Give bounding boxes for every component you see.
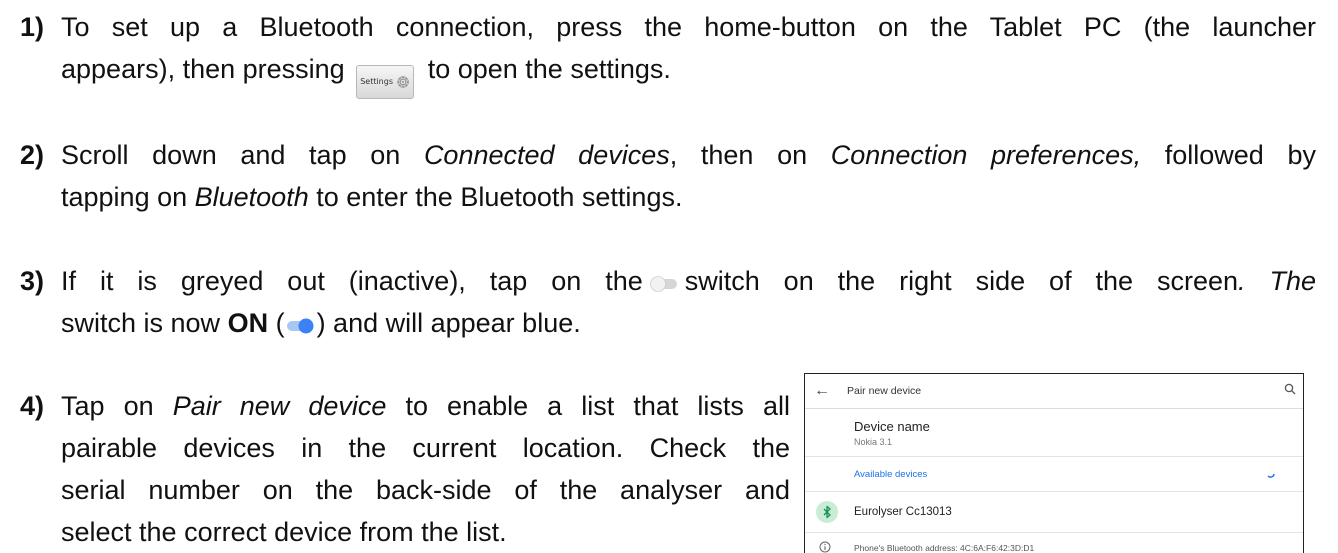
ui-term: Connected devices <box>423 140 670 170</box>
loading-spinner-icon <box>1267 470 1275 480</box>
bluetooth-address-row: Phone's Bluetooth address: 4C:6A:F6:42:3… <box>805 533 1303 553</box>
step-2: 2) Scroll down and tap on Connected devi… <box>20 134 1316 218</box>
bluetooth-icon <box>816 501 838 523</box>
step-text-segment: to open the settings. <box>427 54 671 84</box>
step-text-segment: ( <box>268 308 285 338</box>
step-text-segment: to enter the Bluetooth settings. <box>308 182 683 212</box>
back-arrow-icon[interactable]: ← <box>805 382 839 400</box>
toggle-off-icon <box>649 276 677 292</box>
available-devices-label: Available devices <box>854 468 928 480</box>
ui-term: Bluetooth <box>194 182 309 212</box>
step-number: 1) <box>20 12 45 42</box>
step-line: pairable devices in the current location… <box>61 433 790 463</box>
step-line: appears), then pressing Settings to open… <box>61 48 1316 99</box>
settings-gear-icon <box>397 76 409 88</box>
step-line: serial number on the back-side of the an… <box>61 475 790 505</box>
step-line: Tap on Pair new device to enable a list … <box>61 385 790 427</box>
step-line: To set up a Bluetooth connection, press … <box>61 12 1316 42</box>
step-line: tapping on Bluetooth to enter the Blueto… <box>61 176 1316 218</box>
ui-term: Pair new device <box>172 391 387 421</box>
step-text: If it is greyed out (inactive), tap on t… <box>61 260 1316 344</box>
step-text-segment: to enable a list that lists all <box>386 391 790 421</box>
settings-app-icon: Settings <box>356 65 415 99</box>
pair-new-device-screenshot: ← Pair new device Device name Nokia 3.1 … <box>804 373 1304 553</box>
step-text-segment: Tap on <box>61 391 173 421</box>
step-text: Scroll down and tap on Connected devices… <box>61 134 1316 218</box>
step-line: select the correct device from the list. <box>61 517 507 547</box>
step-text-segment: switch on the right side of the screen <box>684 266 1239 296</box>
toggle-on-icon <box>286 318 314 334</box>
step-number: 4) <box>20 391 45 421</box>
step-line: If it is greyed out (inactive), tap on t… <box>61 260 1316 302</box>
page-title: Pair new device <box>847 385 922 397</box>
search-icon[interactable] <box>1277 382 1303 400</box>
step-1: 1) To set up a Bluetooth connection, pre… <box>20 6 1316 99</box>
step-text-segment: If it is greyed out (inactive), tap on t… <box>61 266 643 296</box>
app-bar: ← Pair new device <box>805 374 1303 409</box>
info-icon <box>819 541 831 553</box>
step-text-segment: Scroll down and tap on <box>61 140 424 170</box>
device-name-row[interactable]: Device name Nokia 3.1 <box>805 409 1303 457</box>
settings-icon-label: Settings <box>360 77 393 86</box>
device-name: Eurolyser Cc13013 <box>854 506 952 518</box>
step-text-segment: appears), then pressing <box>61 54 345 84</box>
step-line: Scroll down and tap on Connected devices… <box>61 134 1316 176</box>
step-text: To set up a Bluetooth connection, press … <box>61 6 1316 99</box>
step-text-segment: , then on <box>669 140 831 170</box>
on-label: ON <box>227 308 269 338</box>
step-3: 3) If it is greyed out (inactive), tap o… <box>20 260 1316 344</box>
available-devices-header: Available devices <box>805 457 1303 492</box>
step-text-segment: tapping on <box>61 182 195 212</box>
step-line: switch is now ON ( ) and will appear blue… <box>61 302 1316 344</box>
device-name-label: Device name <box>854 418 930 434</box>
step-text-segment: switch is now <box>61 308 228 338</box>
ui-term: Connection preferences, <box>830 140 1142 170</box>
step-4: 4) Tap on Pair new device to enable a li… <box>20 385 790 553</box>
device-list-item[interactable]: Eurolyser Cc13013 <box>805 492 1303 533</box>
step-text-segment: followed by <box>1141 140 1316 170</box>
step-number: 2) <box>20 140 45 170</box>
bluetooth-address: Phone's Bluetooth address: 4C:6A:F6:42:3… <box>854 543 1035 553</box>
step-number: 3) <box>20 266 45 296</box>
step-text-segment: ) and will appear blue. <box>316 308 581 338</box>
step-text: Tap on Pair new device to enable a list … <box>61 385 790 553</box>
device-name-value: Nokia 3.1 <box>854 436 893 447</box>
step-text-segment: . The <box>1238 266 1316 296</box>
